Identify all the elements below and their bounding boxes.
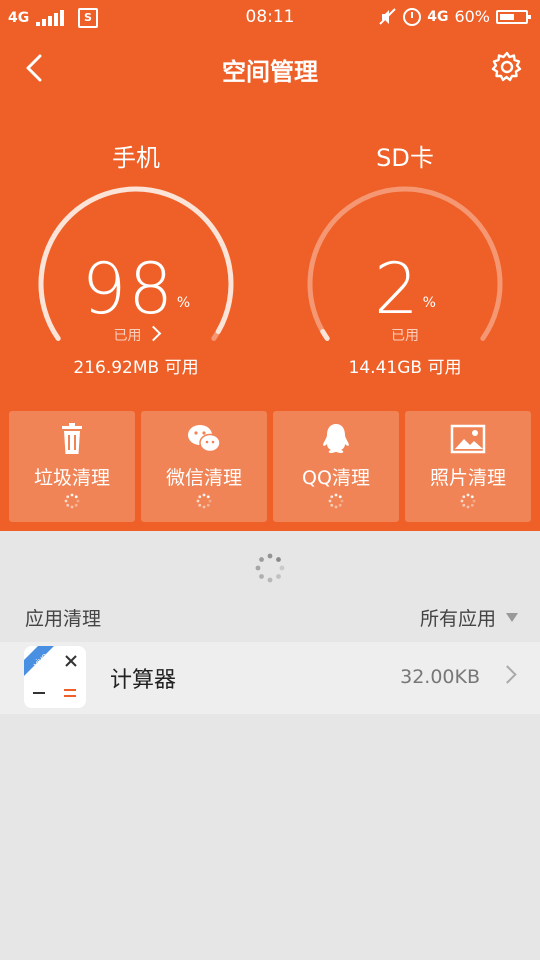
filter-label: 所有应用 <box>419 608 496 630</box>
gear-icon[interactable] <box>490 50 524 84</box>
app-header: 空间管理 <box>0 44 540 94</box>
tile-label: 照片清理 <box>429 467 506 489</box>
section-title: 应用清理 <box>25 608 102 630</box>
tile-label: QQ清理 <box>302 467 370 489</box>
wechat-icon <box>188 425 221 453</box>
alarm-icon <box>403 7 422 26</box>
sd-storage-label: SD卡 <box>376 144 434 172</box>
used-label: 已用 <box>391 328 419 344</box>
page-title: 空间管理 <box>222 58 318 86</box>
tile-label: 垃圾清理 <box>33 467 110 489</box>
photo-icon <box>450 424 486 454</box>
chevron-right-icon <box>498 665 517 684</box>
loading-spinner-icon <box>328 493 344 509</box>
status-bar: 4G S 08:11 4G 60% <box>0 0 540 36</box>
percent-sign: % <box>422 295 436 311</box>
loading-spinner-icon <box>64 493 80 509</box>
loading-spinner-icon <box>255 553 285 583</box>
tile-wechat-clean[interactable]: 微信清理 <box>141 411 267 522</box>
sd-available: 14.41GB 可用 <box>348 358 462 378</box>
tile-label: 微信清理 <box>165 467 242 489</box>
chevron-right-icon <box>145 325 161 342</box>
app-size: 32.00KB <box>400 666 480 688</box>
phone-storage-gauge[interactable]: 手机 98% 已用 216.92MB 可用 <box>26 130 246 380</box>
tile-qq-clean[interactable]: QQ清理 <box>273 411 399 522</box>
battery-percent: 60% <box>454 7 490 26</box>
phone-storage-label: 手机 <box>112 144 160 172</box>
loading-spinner-icon <box>196 493 212 509</box>
network-type-right: 4G <box>427 8 449 25</box>
calculator-app-icon: vivo <box>24 646 86 708</box>
qq-penguin-icon <box>323 424 349 453</box>
used-label: 已用 <box>113 328 142 344</box>
list-item[interactable]: vivo 计算器 32.00KB <box>0 642 540 714</box>
dropdown-arrow-icon <box>506 613 518 622</box>
app-cleanup-header: 应用清理 所有应用 <box>0 596 540 640</box>
tile-photo-clean[interactable]: 照片清理 <box>405 411 531 522</box>
mute-icon <box>379 7 396 25</box>
sd-used-percent: 2 <box>374 248 421 330</box>
app-name: 计算器 <box>110 668 177 693</box>
battery-icon <box>496 9 531 24</box>
loading-spinner-icon <box>460 493 476 509</box>
trash-icon <box>62 423 82 454</box>
tile-junk-clean[interactable]: 垃圾清理 <box>9 411 135 522</box>
phone-used-percent: 98 <box>81 248 175 330</box>
percent-sign: % <box>176 295 191 311</box>
sd-storage-gauge[interactable]: SD卡 2% 已用 14.41GB 可用 <box>295 130 515 380</box>
phone-available: 216.92MB 可用 <box>73 358 199 378</box>
app-filter-dropdown[interactable]: 所有应用 <box>420 604 518 631</box>
